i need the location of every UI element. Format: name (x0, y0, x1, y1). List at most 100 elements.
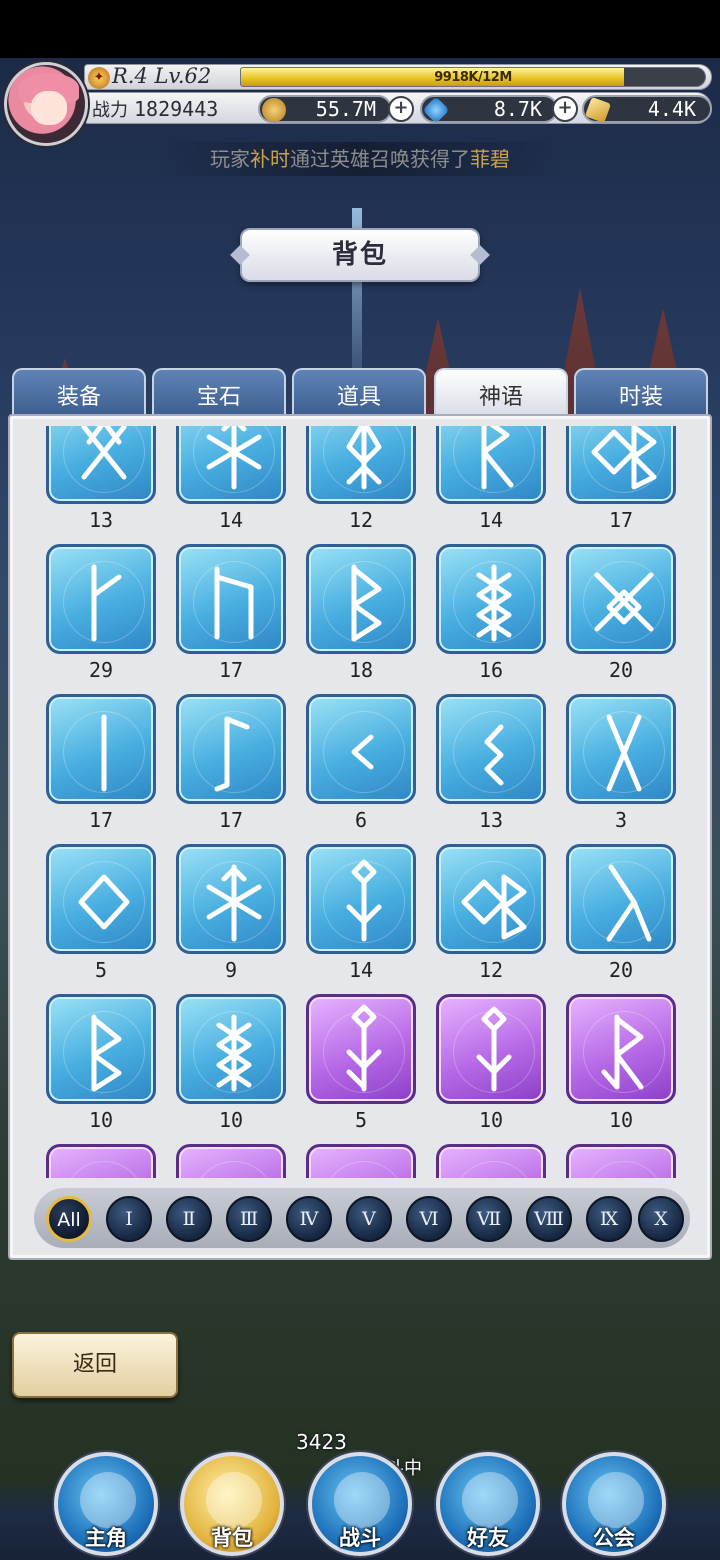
nav-label: 主角 (85, 1526, 127, 1550)
currency-gold-value: 55.7M (315, 97, 376, 121)
filter-grade-6-button[interactable]: Ⅵ (406, 1196, 452, 1242)
rune-count: 3 (614, 808, 628, 832)
rune-count: 12 (348, 508, 374, 532)
battle-floor: 3423 (296, 1430, 347, 1454)
currency-ticket: 4.4K (582, 95, 712, 124)
filter-grade-5-button[interactable]: Ⅴ (346, 1196, 392, 1242)
rune-item[interactable]: 10 (436, 994, 546, 1132)
nav-hero[interactable]: 主角 (54, 1452, 158, 1556)
rune-icon (306, 426, 416, 504)
rune-item[interactable]: 17 (176, 544, 286, 682)
filter-grade-7-button[interactable]: Ⅶ (466, 1196, 512, 1242)
rune-count: 14 (348, 958, 374, 982)
rune-item[interactable]: 14 (176, 426, 286, 532)
nav-friends[interactable]: 好友 (436, 1452, 540, 1556)
rank-level: R.4 Lv.62 (112, 64, 212, 88)
filter-grade-10-button[interactable]: Ⅹ (638, 1196, 684, 1242)
ticket-icon (584, 96, 612, 124)
rune-item[interactable]: 9 (176, 844, 286, 982)
tab-items[interactable]: 道具 (292, 368, 426, 416)
filter-grade-3-button[interactable]: Ⅲ (226, 1196, 272, 1242)
coin-icon (262, 98, 286, 122)
nav-battle[interactable]: 战斗 (308, 1452, 412, 1556)
filter-all-button[interactable]: All (46, 1196, 92, 1242)
rune-item[interactable]: 20 (566, 544, 676, 682)
rune-count: 5 (94, 958, 108, 982)
rune-icon (46, 544, 156, 654)
filter-grade-2-button[interactable]: Ⅱ (166, 1196, 212, 1242)
rune-icon (436, 694, 546, 804)
exp-text: 9918K/12M (434, 70, 512, 85)
rune-icon (306, 844, 416, 954)
nav-label: 公会 (593, 1526, 635, 1550)
currency-diamond: 8.7K (420, 95, 558, 124)
rune-item[interactable]: 10 (46, 994, 156, 1132)
rune-item[interactable]: 12 (306, 426, 416, 532)
back-button[interactable]: 返回 (12, 1332, 178, 1398)
rune-item[interactable]: 5 (306, 994, 416, 1132)
rune-item[interactable] (46, 1144, 156, 1178)
nav-label: 好友 (467, 1526, 509, 1550)
rune-item[interactable]: 6 (306, 694, 416, 832)
filter-grade-9-button[interactable]: Ⅸ (586, 1196, 632, 1242)
filter-grade-8-button[interactable]: Ⅷ (526, 1196, 572, 1242)
rune-item[interactable]: 10 (176, 994, 286, 1132)
nav-bag[interactable]: 背包 (180, 1452, 284, 1556)
tab-gems[interactable]: 宝石 (152, 368, 286, 416)
rune-item[interactable]: 17 (46, 694, 156, 832)
rune-item[interactable]: 10 (566, 994, 676, 1132)
rune-item[interactable] (566, 1144, 676, 1178)
rune-item[interactable]: 17 (176, 694, 286, 832)
diamond-icon (422, 96, 450, 124)
grade-filter-bar: All Ⅰ Ⅱ Ⅲ Ⅳ Ⅴ Ⅵ Ⅶ Ⅷ Ⅸ Ⅹ (34, 1188, 690, 1248)
tab-runes[interactable]: 神语 (434, 368, 568, 416)
rune-grid: 13 14 12 14 17 29 17 18 16 20 17 17 6 13 3 5 9 14 12 20 10 10… (46, 426, 676, 1178)
rune-item[interactable]: 20 (566, 844, 676, 982)
rune-item[interactable]: 14 (306, 844, 416, 982)
rune-grid-viewport[interactable]: 13 14 12 14 17 29 17 18 16 20 17 17 6 13 3 5 9 14 12 20 10 10… (46, 426, 682, 1178)
tab-label: 神语 (478, 385, 523, 410)
rune-item[interactable] (436, 1144, 546, 1178)
rune-item[interactable]: 12 (436, 844, 546, 982)
rune-icon (306, 694, 416, 804)
rune-item[interactable]: 14 (436, 426, 546, 532)
player-avatar[interactable] (4, 62, 88, 146)
rune-icon (566, 994, 676, 1104)
rune-item[interactable]: 3 (566, 694, 676, 832)
rune-icon (46, 994, 156, 1104)
rune-icon (176, 844, 286, 954)
add-gold-button[interactable]: + (388, 96, 414, 122)
rune-count: 20 (608, 958, 634, 982)
rune-icon (566, 694, 676, 804)
inventory-panel: 13 14 12 14 17 29 17 18 16 20 17 17 6 13 3 5 9 14 12 20 10 10… (8, 414, 712, 1260)
rune-item[interactable]: 18 (306, 544, 416, 682)
tab-equipment[interactable]: 装备 (12, 368, 146, 416)
add-diamond-button[interactable]: + (552, 96, 578, 122)
rune-item[interactable] (176, 1144, 286, 1178)
ticker-middle: 通过英雄召唤获得了 (290, 147, 470, 171)
filter-grade-1-button[interactable]: Ⅰ (106, 1196, 152, 1242)
rune-item[interactable]: 13 (436, 694, 546, 832)
rune-item[interactable]: 29 (46, 544, 156, 682)
rune-icon (176, 544, 286, 654)
rune-count: 10 (218, 1108, 244, 1132)
rune-item[interactable]: 17 (566, 426, 676, 532)
rune-item[interactable]: 16 (436, 544, 546, 682)
rune-count: 10 (608, 1108, 634, 1132)
handshake-icon (462, 1472, 518, 1528)
rune-icon (566, 1144, 676, 1178)
rune-count: 10 (478, 1108, 504, 1132)
rune-item[interactable]: 5 (46, 844, 156, 982)
rune-item[interactable] (306, 1144, 416, 1178)
rune-count: 13 (478, 808, 504, 832)
rune-icon (436, 544, 546, 654)
nav-guild[interactable]: 公会 (562, 1452, 666, 1556)
rune-count: 18 (348, 658, 374, 682)
crossed-swords-icon (334, 1472, 390, 1528)
page-title-plate: 背包 (240, 228, 480, 282)
rune-icon (436, 994, 546, 1104)
tab-costumes[interactable]: 时装 (574, 368, 708, 416)
rune-count: 17 (608, 508, 634, 532)
filter-grade-4-button[interactable]: Ⅳ (286, 1196, 332, 1242)
rune-item[interactable]: 13 (46, 426, 156, 532)
